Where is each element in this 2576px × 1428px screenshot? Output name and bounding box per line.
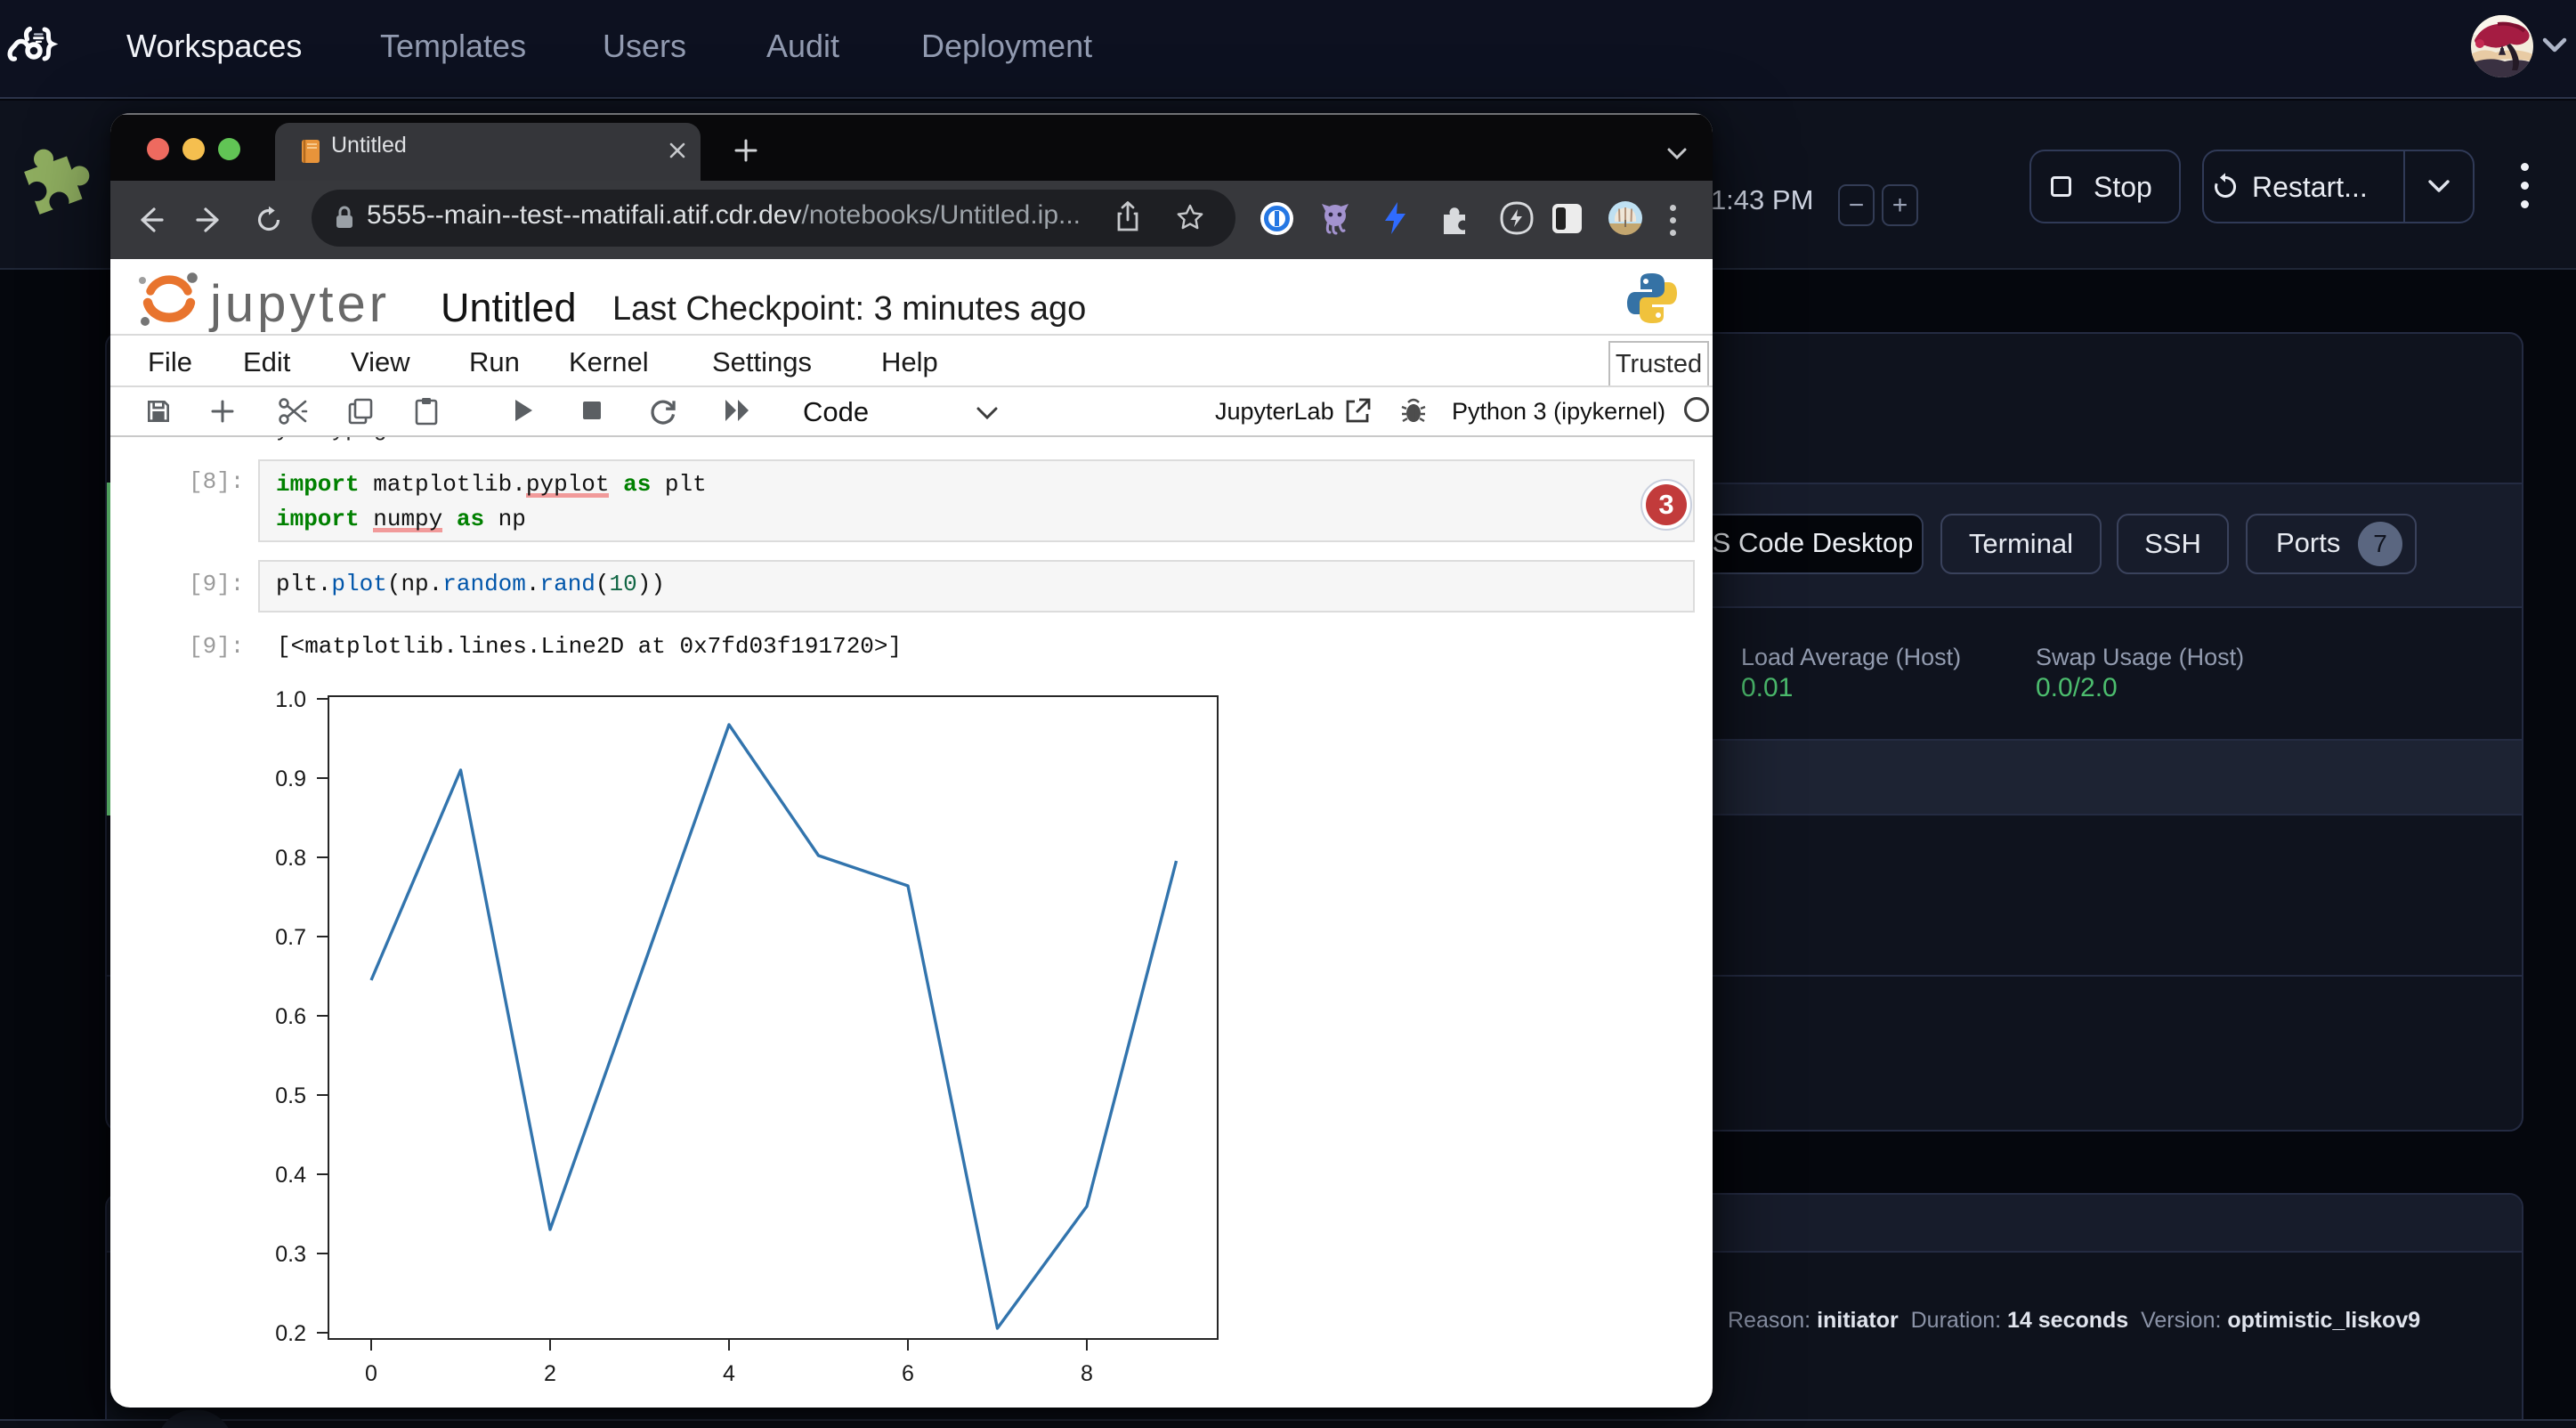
svg-text:1.0: 1.0 [275,687,306,712]
svg-text:0.5: 0.5 [275,1083,306,1108]
svg-text:8: 8 [1081,1361,1093,1386]
svg-text:0.8: 0.8 [275,846,306,871]
svg-text:0.3: 0.3 [275,1242,306,1267]
svg-text:0.9: 0.9 [275,767,306,791]
svg-text:6: 6 [902,1361,914,1386]
svg-text:2: 2 [544,1361,556,1386]
svg-text:0.7: 0.7 [275,925,306,950]
svg-text:4: 4 [723,1361,735,1386]
svg-text:0: 0 [365,1361,377,1386]
svg-text:0.6: 0.6 [275,1004,306,1029]
svg-text:0.4: 0.4 [275,1163,306,1188]
svg-text:0.2: 0.2 [275,1321,306,1346]
